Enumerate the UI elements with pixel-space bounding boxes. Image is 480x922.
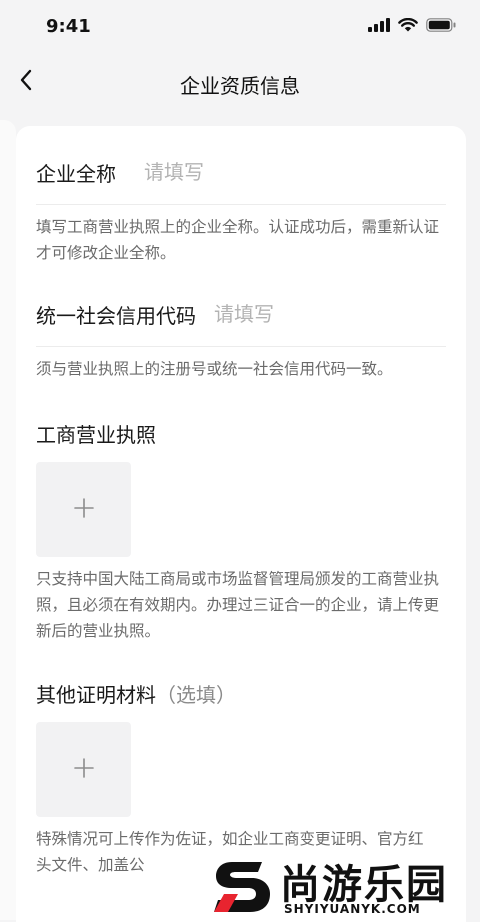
company-name-input[interactable] — [144, 160, 304, 184]
status-bar: 9:41 — [0, 0, 480, 56]
company-name-help: 填写工商营业执照上的企业全称。认证成功后，需重新认证才可修改企业全称。 — [36, 218, 440, 262]
company-name-row: 企业全称 — [36, 152, 304, 192]
divider — [36, 204, 446, 205]
credit-code-help: 须与营业执照上的注册号或统一社会信用代码一致。 — [36, 360, 393, 378]
nav-bar: 企业资质信息 — [0, 56, 480, 108]
page-title: 企业资质信息 — [180, 74, 300, 98]
battery-icon — [426, 17, 456, 36]
previous-card-peek — [0, 120, 16, 920]
business-license-upload[interactable] — [36, 462, 131, 557]
wifi-icon — [398, 17, 418, 36]
other-materials-label: 其他证明材料 — [36, 683, 156, 707]
credit-code-input[interactable] — [214, 302, 374, 326]
other-materials-title: 其他证明材料（选填） — [36, 679, 236, 708]
divider — [36, 346, 446, 347]
other-materials-upload[interactable] — [36, 722, 131, 817]
status-time: 9:41 — [46, 16, 91, 37]
business-license-title: 工商营业执照 — [36, 423, 156, 447]
plus-icon — [73, 497, 94, 522]
site-watermark: 尚游乐园 SHYIYUANYK.COM — [200, 852, 480, 922]
optional-tag: （选填） — [156, 683, 236, 707]
credit-code-label: 统一社会信用代码 — [36, 303, 196, 328]
company-name-label: 企业全称 — [36, 161, 116, 186]
watermark-url: SHYIYUANYK.COM — [284, 902, 421, 916]
watermark-logo-icon — [210, 854, 272, 916]
qualification-form-card: 企业全称 填写工商营业执照上的企业全称。认证成功后，需重新认证才可修改企业全称。… — [16, 126, 466, 922]
signal-icon — [368, 17, 390, 36]
status-icons — [368, 17, 456, 36]
plus-icon — [73, 757, 94, 782]
credit-code-row: 统一社会信用代码 — [36, 294, 374, 334]
business-license-help: 只支持中国大陆工商局或市场监督管理局颁发的工商营业执照，且必须在有效期内。办理过… — [36, 570, 440, 640]
